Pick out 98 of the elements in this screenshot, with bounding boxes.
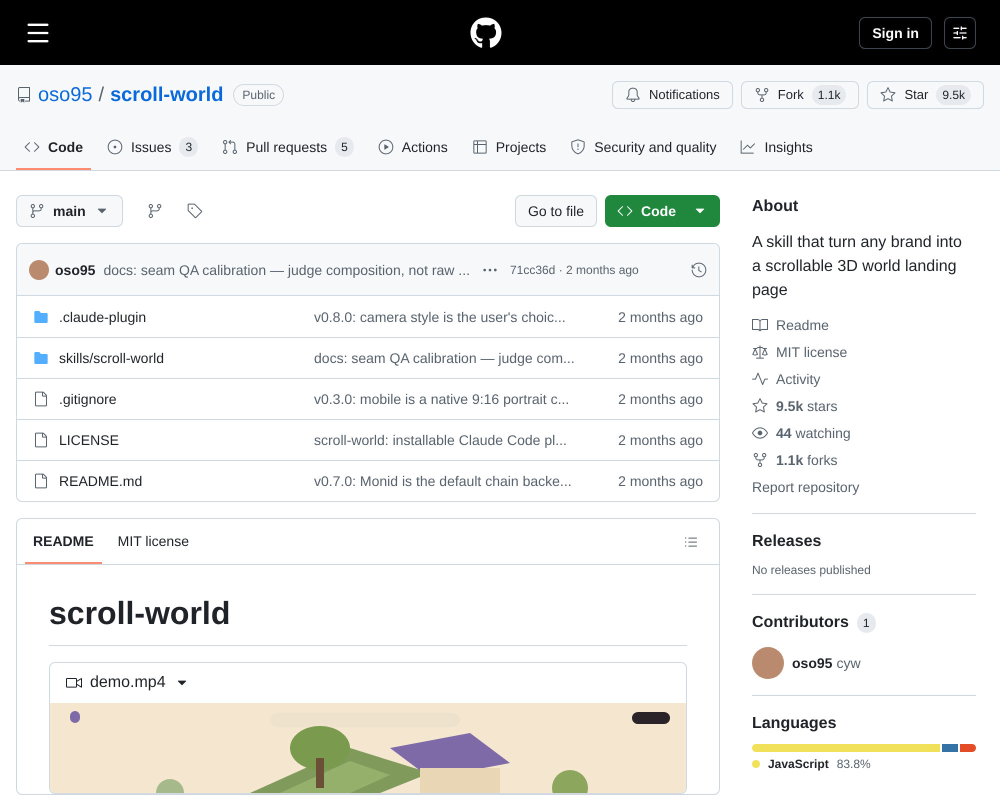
section-heading: Releases (752, 532, 822, 552)
repo-tab[interactable]: Security and quality (562, 125, 724, 170)
shield-icon (570, 138, 586, 154)
code-icon (617, 203, 633, 219)
readme-tab[interactable]: MIT license (110, 519, 197, 564)
repo-tab[interactable]: Projects (464, 125, 554, 170)
folder-icon (33, 350, 49, 366)
repo-tab[interactable]: Issues 3 (99, 125, 206, 170)
about-link[interactable]: MIT license (752, 342, 976, 362)
file-row[interactable]: README.md v0.7.0: Monid is the default chain backe... 2 months ago (17, 460, 719, 501)
branch-selector[interactable]: main (16, 195, 123, 227)
file-name[interactable]: .claude-plugin (59, 306, 314, 326)
fork-button[interactable]: Fork 1.1k (740, 81, 860, 109)
issue-icon (107, 138, 123, 154)
count-label: 9.5k (936, 85, 971, 105)
video-file-name[interactable]: demo.mp4 (90, 671, 166, 695)
readme-title: scroll-world (49, 589, 687, 646)
file-name[interactable]: skills/scroll-world (59, 348, 314, 368)
file-name[interactable]: LICENSE (59, 430, 314, 450)
contributor-name: cyw (836, 654, 861, 673)
repo-tab[interactable]: Actions (370, 125, 456, 170)
count-label: 1 (856, 613, 876, 633)
file-icon (33, 391, 49, 407)
file-row[interactable]: .claude-plugin v0.8.0: camera style is the user's choic... 2 months ago (17, 296, 719, 337)
book-icon (752, 317, 768, 333)
file-age: 2 months ago (618, 390, 703, 409)
github-logo-icon[interactable] (470, 16, 502, 48)
pulse-icon (752, 371, 768, 387)
contributor-login[interactable]: oso95 (792, 653, 832, 673)
file-icon (33, 432, 49, 448)
file-name[interactable]: README.md (59, 471, 314, 491)
count-label: 3 (179, 136, 198, 156)
commit-author[interactable]: oso95 (55, 260, 96, 280)
file-commit-message[interactable]: scroll-world: installable Claude Code pl... (314, 430, 604, 450)
tag-icon[interactable] (186, 203, 203, 219)
sliders-icon (952, 24, 968, 40)
section-heading: Languages (752, 714, 838, 734)
history-icon[interactable] (691, 262, 707, 278)
pull-request-icon (222, 138, 238, 154)
play-icon (378, 138, 394, 154)
repo-tab[interactable]: Code (16, 125, 91, 170)
star-button[interactable]: Star 9.5k (867, 81, 984, 109)
sign-in-button[interactable]: Sign in (859, 16, 932, 48)
table-icon (472, 138, 488, 154)
avatar (752, 647, 784, 679)
commit-message[interactable]: docs: seam QA calibration — judge composition, not raw ... (103, 260, 470, 280)
file-age: 2 months ago (618, 431, 703, 450)
file-row[interactable]: LICENSE scroll-world: installable Claude Code pl... 2 months ago (17, 419, 719, 460)
about-link[interactable]: Readme (752, 315, 976, 335)
readme-tab[interactable]: README (25, 519, 102, 564)
avatar (29, 260, 49, 280)
star-icon (752, 398, 768, 414)
language-name[interactable]: JavaScript (768, 756, 829, 772)
section-heading: Contributors (752, 613, 849, 633)
repo-tab[interactable]: Pull requests 5 (214, 125, 362, 170)
graph-icon (740, 138, 756, 154)
branches-icon[interactable] (146, 203, 163, 219)
repo-tab[interactable]: Insights (732, 125, 821, 170)
file-commit-message[interactable]: v0.7.0: Monid is the default chain backe... (314, 471, 604, 491)
go-to-file-button[interactable]: Go to file (514, 195, 597, 227)
owner-link[interactable]: oso95 (38, 81, 92, 109)
notifications-button[interactable]: Notifications (612, 81, 733, 109)
releases-note: No releases published (752, 562, 872, 578)
settings-button[interactable] (944, 16, 976, 48)
about-link[interactable]: Report repository (752, 477, 976, 497)
repo-description: A skill that turn any brand into a scrollable 3D world landing page (752, 233, 963, 301)
commit-meta: 71cc36d · 2 months ago (510, 262, 639, 278)
bell-icon (624, 87, 641, 103)
file-icon (33, 473, 49, 489)
code-button[interactable]: Code (605, 195, 720, 227)
repo-name-link[interactable]: scroll-world (110, 81, 224, 109)
path-separator: / (98, 83, 104, 108)
file-age: 2 months ago (618, 308, 703, 326)
section-heading: About (752, 197, 800, 217)
file-commit-message[interactable]: v0.8.0: camera style is the user's choic... (314, 306, 604, 326)
about-link[interactable]: 9.5k stars (752, 396, 976, 416)
fork-icon (752, 452, 768, 468)
eye-icon (752, 425, 768, 441)
fork-icon (754, 87, 770, 103)
file-name[interactable]: .gitignore (59, 389, 314, 409)
file-row[interactable]: .gitignore v0.3.0: mobile is a native 9:16 portrait c... 2 months ago (17, 378, 719, 419)
about-link[interactable]: 44 watching (752, 423, 976, 443)
branch-icon (29, 203, 45, 219)
file-age: 2 months ago (618, 472, 703, 491)
visibility-label: Public (233, 84, 284, 106)
folder-icon (33, 308, 49, 324)
star-icon (880, 87, 896, 103)
count-label: 5 (335, 136, 354, 156)
count-label: 1.1k (812, 85, 846, 105)
file-age: 2 months ago (618, 349, 703, 368)
repo-icon (16, 87, 32, 103)
file-commit-message[interactable]: docs: seam QA calibration — judge com... (314, 348, 604, 368)
file-row[interactable]: skills/scroll-world docs: seam QA calibration — judge com... 2 months ago (17, 337, 719, 378)
file-commit-message[interactable]: v0.3.0: mobile is a native 9:16 portrait c... (314, 389, 604, 409)
scale-icon (752, 344, 768, 360)
about-link[interactable]: 1.1k forks (752, 450, 976, 470)
language-share: 83.8% (836, 756, 871, 772)
about-link[interactable]: Activity (752, 369, 976, 389)
